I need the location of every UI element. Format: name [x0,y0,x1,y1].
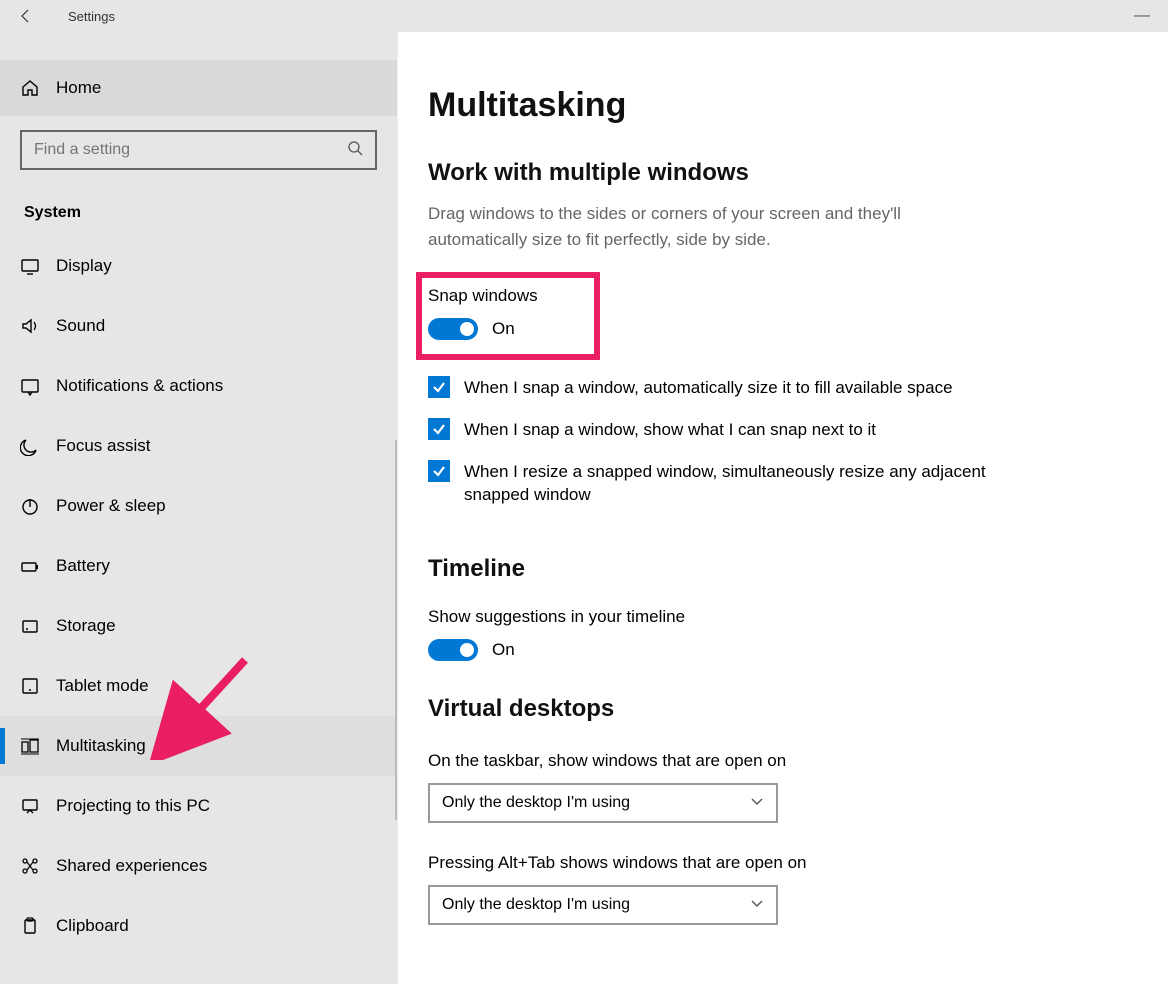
shared-icon [20,856,56,876]
chevron-down-icon [750,896,764,915]
section-snap-heading: Work with multiple windows [428,159,1132,187]
vdesktops-dd2-label: Pressing Alt+Tab shows windows that are … [428,853,1132,873]
search-input[interactable] [34,141,347,159]
sidebar-item-label: Power & sleep [56,496,166,516]
vdesktops-dd1-value: Only the desktop I'm using [442,794,630,812]
snap-checkbox-1[interactable] [428,418,450,440]
sidebar-group-label: System [0,170,397,236]
snap-toggle-state: On [492,319,515,339]
snap-toggle-label: Snap windows [428,286,538,306]
sidebar-item-storage[interactable]: Storage [0,596,397,656]
back-button[interactable] [6,8,46,24]
sidebar-item-label: Display [56,256,112,276]
snap-checkbox-2[interactable] [428,460,450,482]
sidebar-item-power[interactable]: Power & sleep [0,476,397,536]
sidebar-item-projecting[interactable]: Projecting to this PC [0,776,397,836]
sidebar-home-label: Home [56,78,101,98]
snap-checkbox-label: When I snap a window, show what I can sn… [464,418,876,442]
sidebar-item-label: Storage [56,616,116,636]
battery-icon [20,556,56,576]
snap-checkbox-label: When I snap a window, automatically size… [464,376,953,400]
sidebar-home[interactable]: Home [0,60,397,116]
sidebar-item-tablet[interactable]: Tablet mode [0,656,397,716]
section-snap-description: Drag windows to the sides or corners of … [428,201,988,252]
sidebar-item-focus[interactable]: Focus assist [0,416,397,476]
sidebar-item-label: Notifications & actions [56,376,223,396]
sidebar-item-label: Focus assist [56,436,150,456]
home-icon [20,78,56,98]
content-pane: Multitasking Work with multiple windows … [397,32,1168,984]
notifications-icon [20,376,56,396]
tablet-icon [20,676,56,696]
section-vdesktops-heading: Virtual desktops [428,695,1132,723]
timeline-toggle[interactable] [428,639,478,661]
sidebar-item-battery[interactable]: Battery [0,536,397,596]
snap-checkbox-row: When I snap a window, show what I can sn… [428,418,1048,442]
section-timeline-heading: Timeline [428,555,1132,583]
snap-checkbox-0[interactable] [428,376,450,398]
minimize-button[interactable]: — [1122,7,1162,25]
page-title: Multitasking [428,86,1132,125]
power-icon [20,496,56,516]
snap-checkbox-row: When I resize a snapped window, simultan… [428,460,1048,508]
sidebar-item-label: Clipboard [56,916,129,936]
sidebar-item-sound[interactable]: Sound [0,296,397,356]
sidebar-item-label: Projecting to this PC [56,796,210,816]
timeline-toggle-state: On [492,640,515,660]
projecting-icon [20,796,56,816]
window-title: Settings [68,9,115,24]
sidebar-nav: Display Sound Notifications & actions Focus… [0,236,397,984]
snap-checkbox-row: When I snap a window, automatically size… [428,376,1048,400]
clipboard-icon [20,916,56,936]
chevron-down-icon [750,794,764,813]
search-icon [347,140,363,161]
sidebar-item-clipboard[interactable]: Clipboard [0,896,397,956]
vdesktops-dd2[interactable]: Only the desktop I'm using [428,885,778,925]
vdesktops-dd1[interactable]: Only the desktop I'm using [428,783,778,823]
sidebar-item-label: Battery [56,556,110,576]
timeline-toggle-label: Show suggestions in your timeline [428,607,1132,627]
sidebar: Home System Display Sound Notifications & … [0,32,397,984]
sidebar-item-label: Tablet mode [56,676,149,696]
search-box[interactable] [20,130,377,170]
sidebar-item-multitasking[interactable]: Multitasking [0,716,397,776]
sidebar-item-label: Multitasking [56,736,146,756]
snap-toggle[interactable] [428,318,478,340]
display-icon [20,256,56,276]
vdesktops-dd2-value: Only the desktop I'm using [442,896,630,914]
sidebar-item-shared[interactable]: Shared experiences [0,836,397,896]
sound-icon [20,316,56,336]
focus-icon [20,436,56,456]
sidebar-item-notifications[interactable]: Notifications & actions [0,356,397,416]
sidebar-item-label: Sound [56,316,105,336]
vdesktops-dd1-label: On the taskbar, show windows that are op… [428,751,1132,771]
storage-icon [20,616,56,636]
multitasking-icon [20,736,56,756]
sidebar-item-label: Shared experiences [56,856,207,876]
sidebar-item-display[interactable]: Display [0,236,397,296]
snap-checkbox-label: When I resize a snapped window, simultan… [464,460,1048,508]
title-bar: Settings — [0,0,1168,32]
